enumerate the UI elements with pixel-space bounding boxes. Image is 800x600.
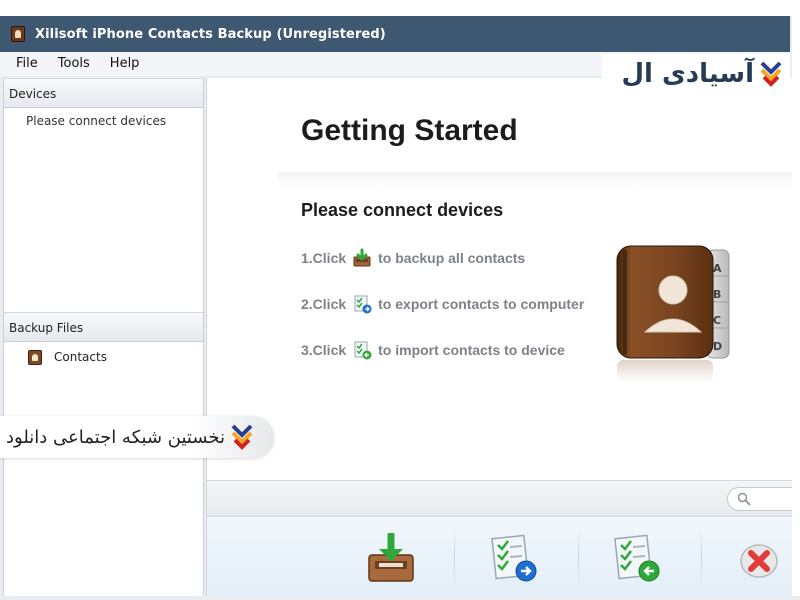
watermark-banner: نخستین شبکه اجتماعی دانلود <box>0 416 274 458</box>
export-button[interactable] <box>486 531 542 585</box>
step-suffix: to export contacts to computer <box>378 296 585 312</box>
page-subtitle: Please connect devices <box>301 200 504 220</box>
step-prefix: 1.Click <box>301 250 347 266</box>
devices-placeholder: Please connect devices <box>26 114 167 128</box>
tab-b: B <box>713 288 722 301</box>
backup-button[interactable] <box>363 531 419 585</box>
step-prefix: 3.Click <box>301 342 347 358</box>
watermark-chevron-icon <box>231 424 253 450</box>
window-right-edge <box>792 16 800 600</box>
devices-list: Please connect devices <box>4 108 203 308</box>
delete-icon <box>740 544 778 578</box>
watermark-banner-text: نخستین شبکه اجتماعی دانلود <box>6 426 226 448</box>
step-export: 2.Click to export contacts to computer <box>301 294 584 314</box>
window-bottom-edge <box>0 596 800 600</box>
backup-item-contacts[interactable]: Contacts <box>4 342 203 368</box>
backup-item-label: Contacts <box>54 350 107 364</box>
tab-c: C <box>713 314 722 327</box>
step-backup: 1.Click to backup all contacts <box>301 248 525 268</box>
export-icon <box>352 294 372 314</box>
toolbar-separator <box>701 525 702 589</box>
toolbar-separator <box>454 525 455 589</box>
title-bar: Xilisoft iPhone Contacts Backup (Unregis… <box>0 16 790 52</box>
search-icon <box>737 492 751 506</box>
step-prefix: 2.Click <box>301 296 347 312</box>
main-panel: Getting Started Please connect devices 1… <box>206 78 793 480</box>
page-title: Getting Started <box>301 114 518 147</box>
delete-button[interactable] <box>731 531 787 585</box>
backup-icon <box>352 248 372 268</box>
import-icon <box>352 340 372 360</box>
backup-files-header: Backup Files <box>4 312 203 342</box>
watermark-logo-text: آسیادی ال <box>621 59 754 89</box>
watermark-chevron-icon <box>760 61 782 87</box>
backup-icon <box>368 533 414 582</box>
title-divider <box>277 172 793 188</box>
step-suffix: to import contacts to device <box>378 342 565 358</box>
devices-header: Devices <box>4 78 203 108</box>
menu-file[interactable]: File <box>6 52 48 76</box>
top-strip <box>0 0 800 16</box>
menu-help[interactable]: Help <box>100 52 150 76</box>
import-button[interactable] <box>609 531 665 585</box>
tab-d: D <box>713 340 723 353</box>
step-suffix: to backup all contacts <box>378 250 526 266</box>
contacts-icon <box>28 349 42 365</box>
left-pane: Devices Please connect devices Backup Fi… <box>3 78 204 596</box>
tab-a: A <box>713 262 722 275</box>
step-import: 3.Click to import contacts to device <box>301 340 565 360</box>
export-icon <box>491 534 537 582</box>
search-strip <box>206 480 793 516</box>
app-icon <box>11 26 25 42</box>
toolbar-separator <box>578 525 579 589</box>
import-icon <box>614 534 660 582</box>
window-title: Xilisoft iPhone Contacts Backup (Unregis… <box>35 26 386 42</box>
bottom-toolbar <box>206 516 792 596</box>
watermark-logo: آسیادی ال <box>602 54 790 94</box>
menu-tools[interactable]: Tools <box>48 52 100 76</box>
